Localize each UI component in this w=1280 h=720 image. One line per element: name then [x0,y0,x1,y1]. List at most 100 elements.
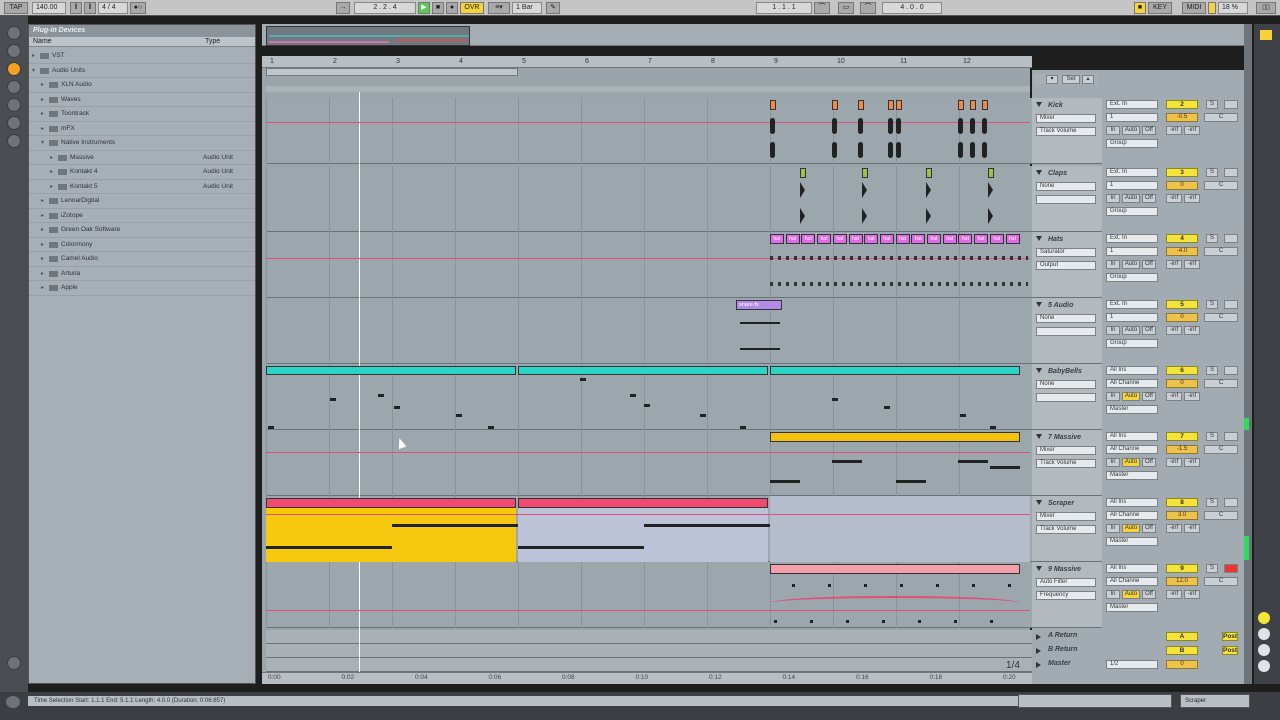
return-name[interactable]: Master [1048,660,1071,667]
input-type-select[interactable]: Ext. In [1106,234,1158,243]
browser-item[interactable]: ▸ Green Oak Software [29,223,255,238]
loop-start-field[interactable]: 1 . 1 . 1 [756,2,812,14]
monitor-in-button[interactable]: In [1106,392,1120,401]
scraper-clip-body[interactable] [266,508,516,562]
arm-button[interactable] [1224,168,1238,177]
automation-line[interactable] [266,122,1030,123]
volume-field[interactable]: 0 [1166,181,1198,190]
expand-icon[interactable]: ▾ [32,64,35,78]
hat-clip[interactable]: hat [864,234,879,244]
monitor-auto-button[interactable]: Auto [1122,260,1140,269]
locator-lane[interactable] [266,86,1030,92]
midi-effects-icon[interactable] [7,116,21,130]
master-output-select[interactable]: 1/2 [1106,660,1158,669]
clap-clip[interactable] [926,168,932,178]
pan-field[interactable]: C [1204,247,1238,256]
pre-post-button[interactable]: Post [1222,646,1238,655]
expand-icon[interactable]: ▸ [41,252,44,266]
send-b-field[interactable]: -inf [1184,260,1200,269]
return-name[interactable]: A Return [1048,632,1077,639]
fold-icon[interactable]: ▾ [1046,75,1058,84]
babybells-clip[interactable] [518,366,768,375]
scraper-clip[interactable] [518,498,768,508]
hat-clip[interactable]: hat [989,234,1004,244]
babybells-clip[interactable] [266,366,516,375]
kick-clip[interactable] [832,100,838,110]
volume-field[interactable]: 0 [1166,313,1198,322]
punch-in-icon[interactable]: ▭ [838,2,854,14]
expand-return-icon[interactable] [1036,634,1041,640]
return-a-lane[interactable] [266,630,1032,644]
hat-clip[interactable]: hat [1005,234,1020,244]
send-b-field[interactable]: -inf [1184,590,1200,599]
clap-clip[interactable] [988,168,994,178]
track-name[interactable]: 5 Audio [1048,302,1073,309]
io-toggle-icon[interactable] [1258,612,1270,624]
input-channel-select[interactable]: 1 [1106,113,1158,122]
fold-track-icon[interactable] [1036,302,1042,307]
pre-post-button[interactable]: Post [1222,632,1238,641]
filter-automation[interactable] [770,596,1020,610]
loop-length-select[interactable]: 1 Bar [512,2,542,14]
fold-track-icon[interactable] [1036,102,1042,107]
pan-field[interactable]: C [1204,577,1238,586]
output-select[interactable]: Group [1106,339,1158,348]
expand-icon[interactable]: ▸ [50,151,53,165]
menu-icon[interactable] [1260,30,1272,40]
track-name[interactable]: Kick [1048,102,1063,109]
input-type-select[interactable]: All Ins [1106,366,1158,375]
fold-track-icon[interactable] [1036,368,1042,373]
browser-item[interactable]: ▸ Toontrack [29,107,255,122]
kick-clip[interactable] [896,100,902,110]
expand-icon[interactable]: ▸ [41,209,44,223]
arm-button[interactable] [1224,432,1238,441]
solo-button[interactable]: S [1206,168,1218,177]
input-type-select[interactable]: Ext. In [1106,168,1158,177]
beat-ruler[interactable] [262,56,1032,68]
input-type-select[interactable]: All Ins [1106,564,1158,573]
hat-clip[interactable]: hat [911,234,926,244]
pan-field[interactable]: C [1204,379,1238,388]
return-name[interactable]: B Return [1048,646,1078,653]
arm-button[interactable] [1224,100,1238,109]
track-activator[interactable]: 4 [1166,234,1198,243]
send-a-field[interactable]: -inf [1166,524,1182,533]
vertical-scrollbar[interactable] [1244,24,1252,684]
device-chooser[interactable]: None [1036,314,1096,323]
monitor-auto-button[interactable]: Auto [1122,392,1140,401]
device-chooser[interactable]: Mixer [1036,446,1096,455]
browser-item[interactable]: ▾ Audio Units [29,64,255,78]
browser-item[interactable]: ▸ Arturia [29,267,255,281]
collection-icon[interactable] [7,26,21,40]
arrange-icon[interactable]: ▴ [1082,75,1094,84]
browser-item[interactable]: ▸ Apple [29,281,255,296]
kick-clip[interactable] [770,100,776,110]
volume-field[interactable]: 0 [1166,379,1198,388]
overview-viewport[interactable] [266,26,470,46]
hat-clip[interactable]: hat [817,234,832,244]
sounds-icon[interactable] [7,44,21,58]
volume-field[interactable]: -4.0 [1166,247,1198,256]
browser-item[interactable]: ▸ mFX [29,122,255,136]
monitor-in-button[interactable]: In [1106,326,1120,335]
send-a-field[interactable]: -inf [1166,126,1182,135]
clap-clip[interactable] [862,168,868,178]
input-channel-select[interactable]: All Channe [1106,577,1158,586]
output-select[interactable]: Master [1106,405,1158,414]
input-channel-select[interactable]: 1 [1106,313,1158,322]
pan-field[interactable]: C [1204,445,1238,454]
audio-effects-icon[interactable] [7,98,21,112]
expand-icon[interactable]: ▸ [41,281,44,295]
send-a-field[interactable]: -inf [1166,458,1182,467]
track-activator[interactable]: 3 [1166,168,1198,177]
output-select[interactable]: Master [1106,471,1158,480]
monitor-off-button[interactable]: Off [1142,458,1156,467]
hat-clip[interactable]: hat [770,234,784,244]
monitor-in-button[interactable]: In [1106,194,1120,203]
kick-clip[interactable] [970,100,976,110]
type-column[interactable]: Type [205,37,220,47]
fold-track-icon[interactable] [1036,566,1042,571]
monitor-off-button[interactable]: Off [1142,260,1156,269]
send-b-field[interactable]: -inf [1184,194,1200,203]
param-chooser[interactable] [1036,327,1096,336]
